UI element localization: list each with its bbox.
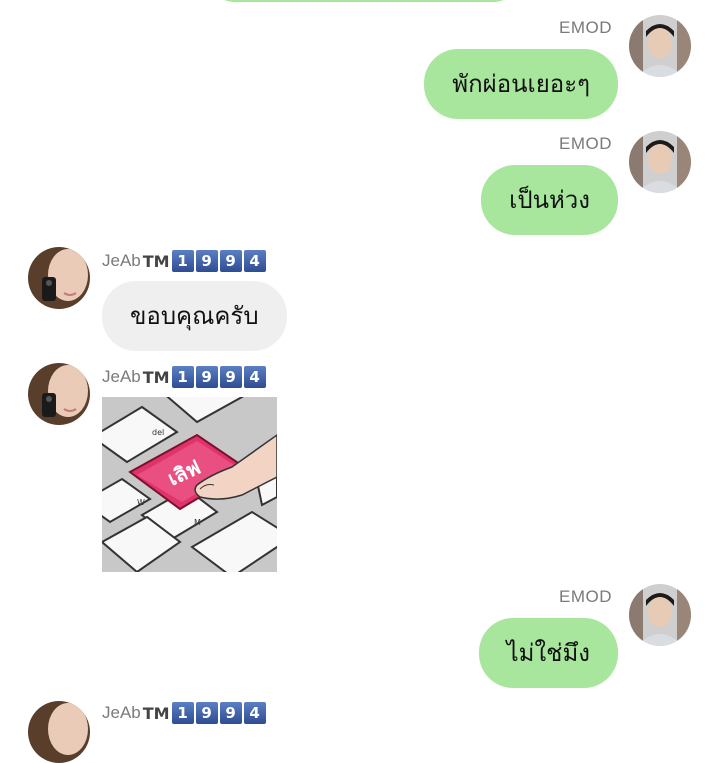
avatar[interactable]: [629, 131, 691, 193]
sender-name: EMOD: [559, 18, 612, 37]
sender-name-text: JeAb: [102, 367, 141, 386]
avatar[interactable]: [28, 247, 90, 309]
keyboard-key-sticker-icon: del W M เลิฟ: [80, 365, 294, 579]
message-bubble[interactable]: พักผ่อนเยอะๆ: [424, 49, 618, 119]
message-bubble[interactable]: ขอบคุณครับ: [102, 281, 287, 351]
person-avatar-icon: [28, 363, 90, 425]
sender-suffix: TM: [142, 251, 170, 271]
avatar[interactable]: [28, 701, 90, 763]
number-badge: 9: [219, 366, 242, 388]
sender-name-text: JeAb: [102, 703, 141, 722]
previous-message-bubble[interactable]: [205, 0, 523, 2]
avatar[interactable]: [28, 363, 90, 425]
number-badge: 9: [195, 366, 218, 388]
person-avatar-icon: [629, 15, 691, 77]
avatar[interactable]: [629, 15, 691, 77]
person-avatar-icon: [629, 131, 691, 193]
number-badge: 9: [195, 250, 218, 272]
number-badge: 4: [243, 366, 266, 388]
message-bubble[interactable]: ไม่ใช่มึง: [478, 618, 618, 688]
person-avatar-icon: [28, 247, 90, 309]
key-label: del: [152, 428, 164, 437]
sender-name: JeAb TM 1 9 9 4: [102, 701, 268, 725]
key-label: M: [194, 518, 201, 527]
number-badge: 4: [243, 250, 266, 272]
sender-name: JeAb TM 1 9 9 4: [102, 249, 268, 273]
number-badge: 1: [171, 250, 194, 272]
sender-suffix: TM: [142, 703, 170, 723]
sender-name: EMOD: [559, 134, 612, 153]
sender-name: JeAb TM 1 9 9 4: [102, 365, 268, 389]
sender-name: EMOD: [559, 587, 612, 606]
person-avatar-icon: [28, 701, 90, 763]
number-badge: 9: [195, 702, 218, 724]
number-badge: 4: [243, 702, 266, 724]
message-bubble[interactable]: เป็นห่วง: [481, 165, 618, 235]
key-label: W: [137, 498, 145, 507]
number-badge: 1: [171, 366, 194, 388]
sticker-message[interactable]: del W M เลิฟ: [80, 365, 294, 579]
sender-suffix: TM: [142, 367, 170, 387]
number-badge: 9: [219, 250, 242, 272]
number-badge: 1: [171, 702, 194, 724]
avatar[interactable]: [629, 584, 691, 646]
number-badge: 9: [219, 702, 242, 724]
sender-name-text: JeAb: [102, 251, 141, 270]
person-avatar-icon: [629, 584, 691, 646]
